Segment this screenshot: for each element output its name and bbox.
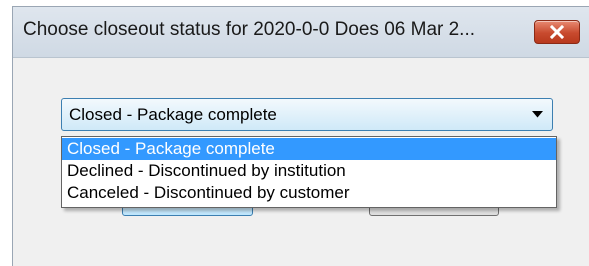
closeout-status-dialog: Choose closeout status for 2020-0-0 Does… xyxy=(12,6,589,266)
status-option-canceled[interactable]: Canceled - Discontinued by customer xyxy=(62,182,556,204)
close-icon xyxy=(550,25,564,39)
status-select-value: Closed - Package complete xyxy=(69,105,277,124)
title-bar[interactable]: Choose closeout status for 2020-0-0 Does… xyxy=(13,7,589,58)
close-button[interactable] xyxy=(534,20,580,44)
status-select[interactable]: Closed - Package complete xyxy=(61,98,553,131)
dialog-body: Closed - Package complete Closed - Packa… xyxy=(13,58,589,266)
status-option-closed[interactable]: Closed - Package complete xyxy=(62,138,556,160)
chevron-down-icon[interactable] xyxy=(532,111,543,118)
status-option-declined[interactable]: Declined - Discontinued by institution xyxy=(62,160,556,182)
status-dropdown-list: Closed - Package complete Declined - Dis… xyxy=(61,136,557,208)
window-title: Choose closeout status for 2020-0-0 Does… xyxy=(23,19,476,40)
